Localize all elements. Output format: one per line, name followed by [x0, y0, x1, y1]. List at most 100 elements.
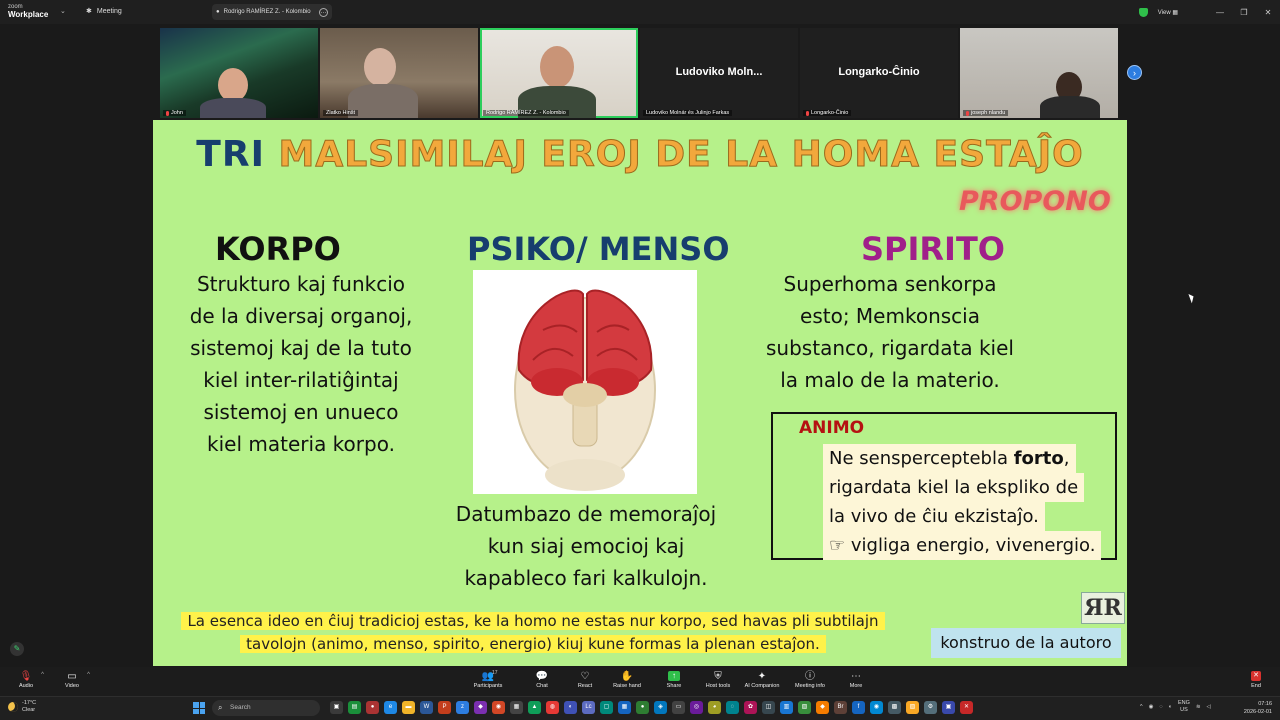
brain-skull-image: [473, 270, 697, 494]
explorer-icon[interactable]: ▬: [402, 701, 415, 714]
app-icon[interactable]: ◌: [726, 701, 739, 714]
app-icon[interactable]: ◫: [762, 701, 775, 714]
taskbar-search[interactable]: ⌕ Search: [212, 700, 320, 716]
app-icon[interactable]: ▦: [510, 701, 523, 714]
info-icon: ⓘ: [805, 671, 815, 682]
caret-up-icon[interactable]: ^: [87, 672, 90, 678]
windows-start-icon[interactable]: [193, 702, 205, 714]
hand-icon: ✋: [620, 671, 634, 682]
video-tile[interactable]: Zlatko Hinšt: [320, 28, 478, 118]
more-label: More: [849, 683, 863, 689]
app-icon[interactable]: ▩: [888, 701, 901, 714]
tray-icon[interactable]: ◉: [1149, 704, 1154, 710]
app-icon[interactable]: ●: [366, 701, 379, 714]
meeting-info-label: Meeting info: [795, 683, 825, 689]
chevron-right-icon[interactable]: ›: [1127, 65, 1142, 80]
app-icon[interactable]: ▭: [672, 701, 685, 714]
shield-icon[interactable]: [1138, 7, 1148, 17]
app-icon[interactable]: ◉: [492, 701, 505, 714]
app-icon[interactable]: f: [852, 701, 865, 714]
participant-name-text: Ludoviko Molnár és Julinjo Farkas: [646, 110, 730, 116]
window-close-button[interactable]: ✕: [1256, 8, 1280, 17]
video-tile-active-speaker[interactable]: Rodrigo RAMÍREZ Z. - Kolombio: [480, 28, 638, 118]
speaker-tab[interactable]: ● Rodrigo RAMÍREZ Z. - Kolombio …: [212, 4, 332, 20]
participant-body: [348, 84, 418, 118]
app-icon[interactable]: ◈: [654, 701, 667, 714]
app-icon[interactable]: ◉: [870, 701, 883, 714]
chat-label: Chat: [536, 683, 548, 689]
host-tools-button[interactable]: ⛨ Host tools: [698, 670, 738, 689]
video-tile[interactable]: joseph nlandu: [960, 28, 1118, 118]
participant-video: [218, 68, 248, 102]
minimize-button[interactable]: —: [1208, 8, 1232, 17]
app-icon[interactable]: ▦: [618, 701, 631, 714]
sparkle-icon: ✦: [757, 671, 767, 682]
audio-button[interactable]: 🎙 Audio ^: [6, 670, 46, 689]
app-icon[interactable]: ◐: [564, 701, 577, 714]
text-line: tavolojn (animo, menso, spirito, energio…: [240, 635, 826, 653]
zoom-icon[interactable]: z: [456, 701, 469, 714]
participant-name-text: Rodrigo RAMÍREZ Z. - Kolombio: [486, 110, 566, 116]
ai-companion-button[interactable]: ✦ AI Companion: [742, 670, 782, 689]
annotate-icon[interactable]: ✎: [10, 642, 24, 656]
close-icon[interactable]: …: [319, 7, 328, 17]
mic-muted-icon: [166, 110, 169, 116]
view-button[interactable]: View ▦: [1158, 9, 1178, 16]
app-icon[interactable]: ▨: [906, 701, 919, 714]
psiko-text: Datumbazo de memoraĵoj kun siaj emocioj …: [421, 498, 751, 594]
app-icon[interactable]: ◍: [546, 701, 559, 714]
app-icon[interactable]: ✕: [960, 701, 973, 714]
task-view-icon[interactable]: ▣: [330, 701, 343, 714]
text-line: La esenca ideo en ĉiuj tradicioj estas, …: [181, 612, 885, 630]
meeting-menu[interactable]: ✱ Meeting: [86, 7, 122, 16]
app-icon[interactable]: ▥: [780, 701, 793, 714]
taskbar-clock[interactable]: 07:16 2026-02-01: [1238, 700, 1272, 716]
edge-icon[interactable]: e: [384, 701, 397, 714]
chevron-down-icon[interactable]: ⌄: [60, 7, 66, 15]
wifi-icon[interactable]: ≋: [1196, 704, 1201, 710]
share-label: Share: [666, 683, 682, 689]
app-icon[interactable]: ●: [636, 701, 649, 714]
participants-button[interactable]: 👥 17 Participants: [468, 670, 508, 689]
end-button[interactable]: ✕ End: [1236, 670, 1276, 689]
app-icon[interactable]: ◎: [690, 701, 703, 714]
app-icon[interactable]: ▣: [942, 701, 955, 714]
app-icon[interactable]: Br: [834, 701, 847, 714]
lang-line1: ENG: [1178, 700, 1190, 706]
video-button[interactable]: ▭ Video ^: [52, 670, 92, 689]
video-tile[interactable]: John: [160, 28, 318, 118]
mouse-cursor: [1188, 292, 1196, 304]
word-icon[interactable]: W: [420, 701, 433, 714]
powerpoint-icon[interactable]: P: [438, 701, 451, 714]
tray-icon[interactable]: ◐: [1169, 704, 1172, 710]
taskbar-apps: ▣ ▤ ● e ▬ W P z ◆ ◉ ▦ ▲ ◍ ◐ Lc ▢ ▦ ● ◈ ▭…: [330, 701, 973, 714]
app-icon[interactable]: Lc: [582, 701, 595, 714]
app-icon[interactable]: ▧: [798, 701, 811, 714]
meeting-info-button[interactable]: ⓘ Meeting info: [790, 670, 830, 689]
settings-icon[interactable]: ⚙: [924, 701, 937, 714]
tray-icon[interactable]: ◌: [1159, 704, 1162, 710]
raise-hand-button[interactable]: ✋ Raise hand: [607, 670, 647, 689]
app-icon[interactable]: ▤: [348, 701, 361, 714]
app-icon[interactable]: ◆: [816, 701, 829, 714]
caret-up-icon[interactable]: ^: [41, 672, 44, 678]
chat-button[interactable]: 💬 Chat: [522, 670, 562, 689]
app-icon[interactable]: ▢: [600, 701, 613, 714]
volume-icon[interactable]: ◁: [1207, 704, 1211, 710]
language-indicator[interactable]: ENG US: [1178, 700, 1190, 714]
end-label: End: [1251, 683, 1261, 689]
app-icon[interactable]: ◆: [474, 701, 487, 714]
chevron-up-icon[interactable]: ^: [1140, 704, 1143, 710]
app-icon[interactable]: ▲: [528, 701, 541, 714]
share-button[interactable]: ↑ Share: [654, 670, 694, 689]
react-button[interactable]: ♡ React: [565, 670, 605, 689]
more-button[interactable]: ⋯ More: [836, 670, 876, 689]
weather-widget[interactable]: -17°C Clear: [8, 700, 36, 714]
video-tile[interactable]: Ludoviko Moln... Ludoviko Molnár és Juli…: [640, 28, 798, 118]
video-tile[interactable]: Longarko-Ĉinio Longarko-Ĉinio: [800, 28, 958, 118]
more-icon: ⋯: [851, 671, 861, 682]
maximize-button[interactable]: ❐: [1232, 8, 1256, 17]
app-icon[interactable]: ✿: [744, 701, 757, 714]
app-icon[interactable]: ◕: [708, 701, 721, 714]
weather-condition: Clear: [22, 707, 36, 713]
